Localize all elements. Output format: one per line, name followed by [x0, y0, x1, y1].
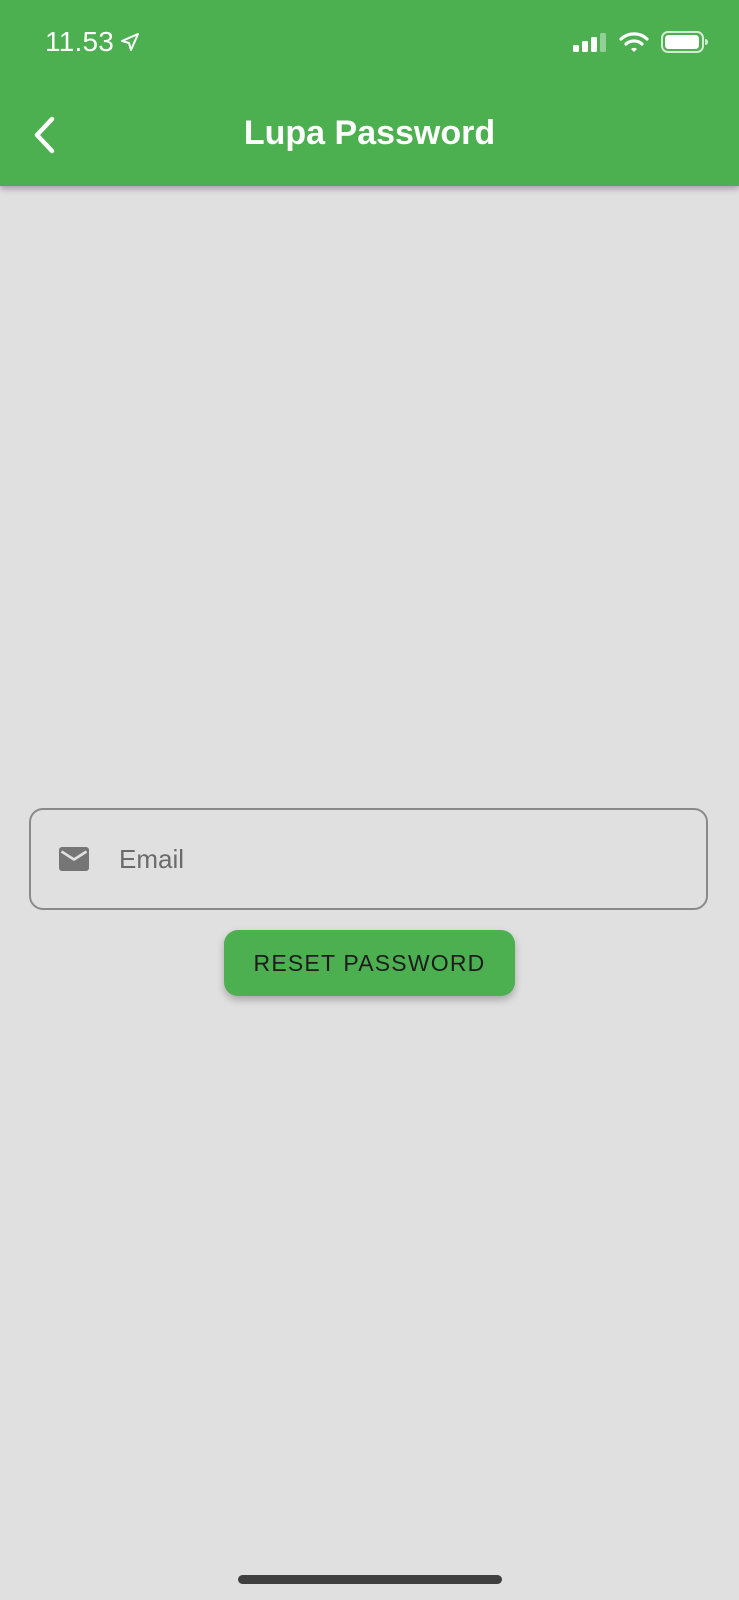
reset-password-button[interactable]: RESET PASSWORD: [224, 930, 515, 996]
wifi-icon: [619, 32, 649, 52]
location-arrow-icon: [121, 33, 139, 51]
mail-icon: [59, 847, 89, 871]
status-time: 11.53: [45, 26, 140, 58]
cellular-signal-icon: [573, 33, 606, 52]
email-field[interactable]: [29, 808, 708, 910]
battery-icon: [661, 31, 708, 53]
email-input[interactable]: [117, 842, 641, 876]
page-title: Lupa Password: [243, 114, 496, 152]
status-indicators: [573, 30, 709, 54]
app-bar: 11.53 Lupa Password: [0, 0, 739, 186]
home-indicator: [238, 1575, 502, 1584]
status-time-text: 11.53: [45, 26, 114, 57]
